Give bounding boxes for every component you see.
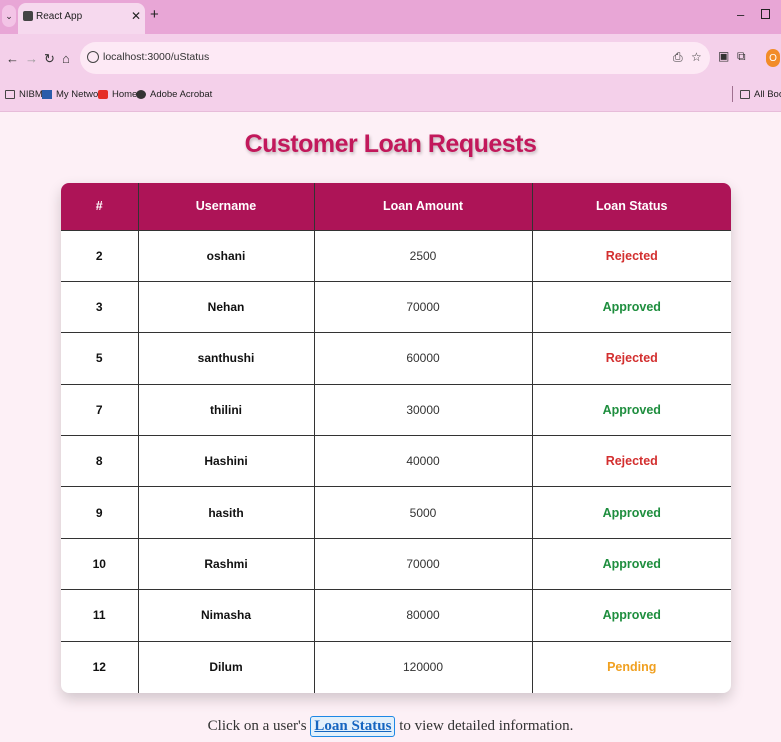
cell-username: Dilum [138, 640, 315, 693]
table-row: 3 Nehan 70000 Approved [61, 280, 731, 333]
column-header-loan-status: Loan Status [532, 183, 731, 230]
cell-loan-amount: 70000 [314, 537, 533, 590]
chevron-down-icon: ⌄ [5, 10, 13, 21]
cell-loan-status[interactable]: Approved [532, 383, 731, 436]
cell-loan-status[interactable]: Approved [532, 589, 731, 642]
column-header-id: # [61, 183, 139, 230]
cell-username: santhushi [138, 332, 315, 385]
cell-id: 10 [61, 537, 139, 590]
bookmark-adobe-acrobat[interactable]: Adobe Acrobat [136, 89, 212, 100]
loan-status-link[interactable]: Loan Status [310, 716, 396, 737]
youtube-icon [98, 90, 108, 99]
cell-username: Hashini [138, 435, 315, 487]
tab-title: React App [36, 11, 83, 22]
minimize-icon[interactable]: – [737, 7, 744, 22]
footer-text-after: to view detailed information. [399, 718, 574, 734]
table-row: 11 Nimasha 80000 Approved [61, 589, 731, 642]
cell-loan-status[interactable]: Approved [532, 486, 731, 539]
cell-loan-amount: 70000 [314, 280, 533, 333]
network-icon [42, 90, 52, 99]
cell-loan-amount: 120000 [314, 640, 533, 693]
close-icon[interactable]: ✕ [131, 9, 141, 23]
cell-loan-amount: 5000 [314, 486, 533, 539]
cell-loan-status[interactable]: Pending [532, 640, 731, 693]
acrobat-icon [136, 90, 146, 99]
bookmarks-divider [732, 86, 733, 102]
cell-id: 8 [61, 435, 139, 487]
maximize-icon[interactable] [761, 9, 770, 19]
bookmark-nibm[interactable]: NIBM [5, 89, 43, 100]
new-tab-plus-icon[interactable]: + [150, 6, 159, 23]
folder-icon [5, 90, 15, 99]
url-text[interactable]: localhost:3000/uStatus [103, 51, 209, 63]
cell-username: Nehan [138, 280, 315, 333]
back-arrow-icon[interactable]: ← [6, 51, 19, 66]
cell-id: 5 [61, 332, 139, 385]
bookmarks-bar: NIBM My Network Home Adobe Acrobat All B… [0, 82, 781, 112]
loan-requests-table: # Username Loan Amount Loan Status 2 osha… [61, 183, 731, 693]
table-row: 12 Dilum 120000 Pending [61, 640, 731, 693]
puzzle-extensions-icon[interactable]: ⧉ [737, 49, 746, 64]
cell-loan-status[interactable]: Rejected [532, 229, 731, 282]
cell-id: 9 [61, 486, 139, 539]
table-header-row: # Username Loan Amount Loan Status [61, 183, 731, 230]
tab-search-button[interactable]: ⌄ [2, 5, 16, 27]
address-bar[interactable]: localhost:3000/uStatus ⎙ ☆ [80, 42, 710, 74]
table-row: 10 Rashmi 70000 Approved [61, 537, 731, 590]
table-row: 8 Hashini 40000 Rejected [61, 435, 731, 487]
profile-avatar[interactable]: O [766, 49, 780, 67]
footer-text-before: Click on a user's [207, 718, 307, 734]
all-bookmarks[interactable]: All Bookm [740, 89, 781, 100]
bookmark-star-icon[interactable]: ☆ [691, 50, 702, 64]
cell-username: thilini [138, 383, 315, 436]
table-row: 9 hasith 5000 Approved [61, 486, 731, 539]
all-bookmarks-label: All Bookm [754, 89, 781, 100]
forward-arrow-icon[interactable]: → [25, 51, 38, 66]
extension-icon[interactable]: ▣ [718, 49, 729, 63]
cell-username: oshani [138, 229, 315, 282]
column-header-loan-amount: Loan Amount [314, 183, 533, 230]
cell-loan-status[interactable]: Approved [532, 537, 731, 590]
browser-toolbar: ← → ↻ ⌂ localhost:3000/uStatus ⎙ ☆ [0, 34, 781, 82]
install-app-icon[interactable]: ⎙ [673, 50, 683, 65]
bookmark-my-network[interactable]: My Network [42, 89, 106, 100]
cell-loan-amount: 80000 [314, 589, 533, 642]
tab-strip: ⌄ React App ✕ + – [0, 0, 781, 34]
cell-loan-status[interactable]: Rejected [532, 332, 731, 385]
react-favicon-icon [23, 11, 33, 21]
cell-id: 12 [61, 640, 139, 693]
reload-icon[interactable]: ↻ [44, 51, 55, 67]
browser-tab[interactable]: React App ✕ [18, 3, 145, 34]
cell-loan-amount: 60000 [314, 332, 533, 385]
folder-icon [740, 90, 750, 99]
bookmark-label: Adobe Acrobat [150, 89, 213, 100]
cell-loan-amount: 30000 [314, 383, 533, 436]
table-row: 5 santhushi 60000 Rejected [61, 332, 731, 385]
column-header-username: Username [138, 183, 315, 230]
bookmark-label: Home [112, 89, 138, 100]
bookmark-label: NIBM [19, 89, 43, 100]
cell-loan-status[interactable]: Rejected [532, 435, 731, 487]
cell-id: 3 [61, 280, 139, 333]
page-title: Customer Loan Requests [244, 130, 537, 158]
bookmark-home[interactable]: Home [98, 89, 137, 100]
home-icon[interactable]: ⌂ [62, 51, 70, 66]
site-info-icon[interactable] [87, 51, 99, 63]
footer-note: Click on a user's Loan Status to view de… [0, 716, 781, 737]
table-row: 2 oshani 2500 Rejected [61, 229, 731, 282]
cell-username: Nimasha [138, 589, 315, 642]
cell-loan-amount: 40000 [314, 435, 533, 487]
cell-loan-amount: 2500 [314, 229, 533, 282]
table-row: 7 thilini 30000 Approved [61, 383, 731, 436]
cell-username: hasith [138, 486, 315, 539]
cell-id: 2 [61, 229, 139, 282]
cell-username: Rashmi [138, 537, 315, 590]
cell-loan-status[interactable]: Approved [532, 280, 731, 333]
cell-id: 7 [61, 383, 139, 436]
cell-id: 11 [61, 589, 139, 642]
